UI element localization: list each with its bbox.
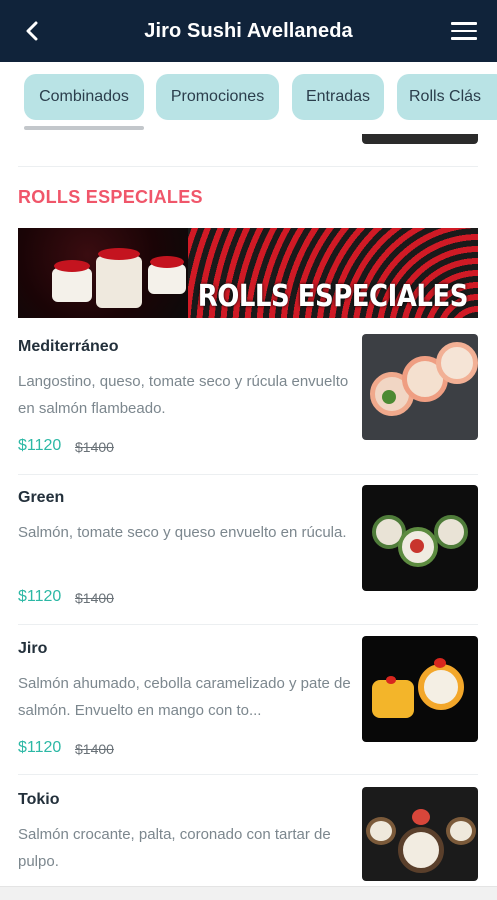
previous-item-image xyxy=(362,134,478,144)
item-description: Salmón ahumado, cebolla caramelizado y p… xyxy=(18,675,351,719)
item-old-price: $1400 xyxy=(75,590,114,606)
item-old-price: $1400 xyxy=(75,741,114,757)
category-tabs: Combinados Promociones Entradas Rolls Cl… xyxy=(0,62,497,132)
banner-sushi-image xyxy=(18,228,193,318)
active-tab-indicator xyxy=(24,126,144,130)
section-title: ROLLS ESPECIALES xyxy=(18,187,203,207)
item-old-price: $1400 xyxy=(75,439,114,455)
menu-button[interactable] xyxy=(451,18,477,44)
item-name: Jiro xyxy=(18,640,48,657)
chevron-left-icon xyxy=(26,21,38,41)
item-image xyxy=(362,636,478,742)
divider xyxy=(18,166,478,167)
item-price: $1120 xyxy=(18,739,62,756)
menu-item[interactable]: Jiro Salmón ahumado, cebolla caramelizad… xyxy=(18,636,478,790)
item-description: Salmón crocante, palta, coronado con tar… xyxy=(18,826,331,870)
tab-combinados[interactable]: Combinados xyxy=(24,74,144,120)
back-button[interactable] xyxy=(18,16,46,46)
section-banner: ROLLS ESPECIALES xyxy=(18,228,478,318)
divider xyxy=(18,624,478,625)
item-image xyxy=(362,787,478,881)
menu-item[interactable]: Tokio Salmón crocante, palta, coronado c… xyxy=(18,787,478,900)
item-description: Langostino, queso, tomate seco y rúcula … xyxy=(18,373,349,417)
divider xyxy=(18,474,478,475)
divider xyxy=(18,774,478,775)
item-name: Green xyxy=(18,489,65,506)
banner-text: ROLLS ESPECIALES xyxy=(197,279,469,315)
tab-rolls-clasicos[interactable]: Rolls Clás xyxy=(397,74,497,120)
item-image xyxy=(362,485,478,591)
item-price: $1120 xyxy=(18,588,62,605)
tab-entradas[interactable]: Entradas xyxy=(292,74,384,120)
menu-item[interactable]: Green Salmón, tomate seco y queso envuel… xyxy=(18,485,478,639)
item-description: Salmón, tomate seco y queso envuelto en … xyxy=(18,524,347,541)
menu-item[interactable]: Mediterráneo Langostino, queso, tomate s… xyxy=(18,334,478,488)
horizontal-scrollbar[interactable] xyxy=(0,886,497,900)
item-image xyxy=(362,334,478,440)
page-title: Jiro Sushi Avellaneda xyxy=(144,19,353,42)
hamburger-menu-icon xyxy=(451,22,477,25)
tab-promociones[interactable]: Promociones xyxy=(156,74,279,120)
app-header: Jiro Sushi Avellaneda xyxy=(0,0,497,62)
item-name: Mediterráneo xyxy=(18,338,119,355)
item-name: Tokio xyxy=(18,791,60,808)
item-price: $1120 xyxy=(18,437,62,454)
